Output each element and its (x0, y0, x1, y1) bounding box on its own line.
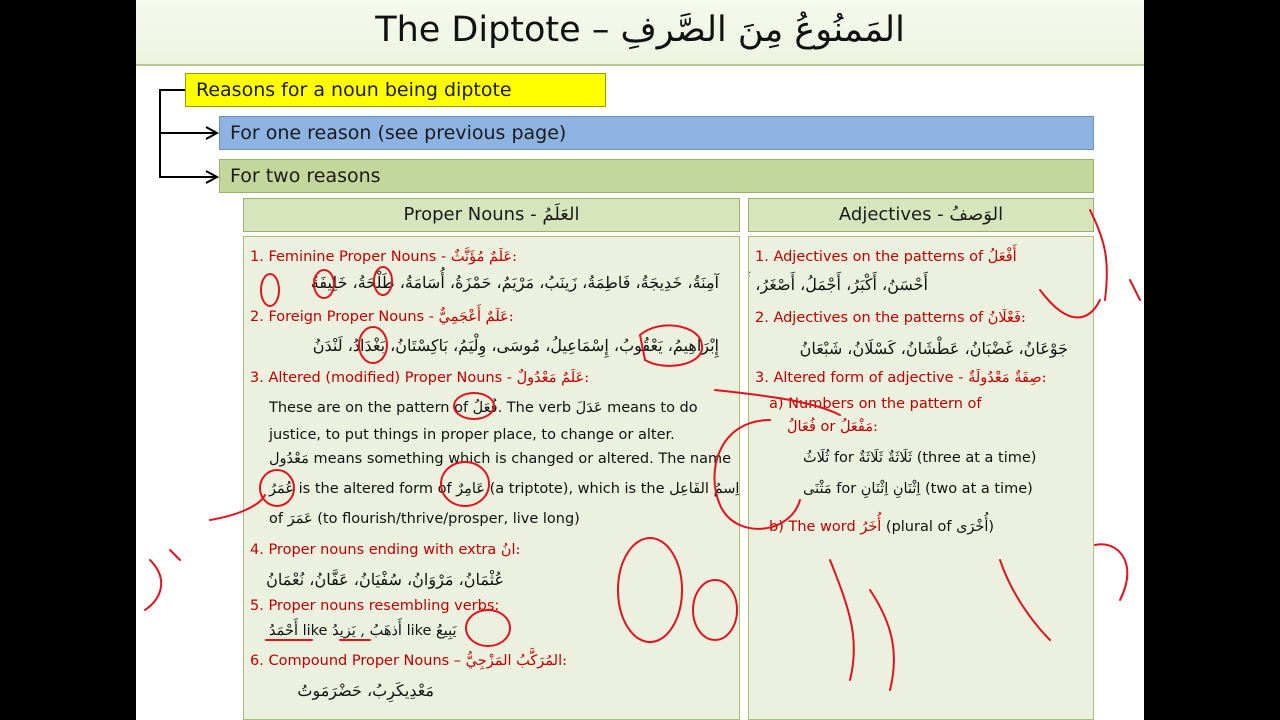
adj-item-falan: 2. Adjectives on the patterns of فَعْلَا… (755, 310, 1026, 326)
title-english: The Diptote – (375, 10, 621, 50)
altered-text-line-5: of عَمَرَ (to flourish/thrive/prosper, l… (269, 511, 580, 527)
altered-text-line-2: justice, to put things in proper place, … (269, 427, 675, 443)
adj-item-altered: 3. Altered form of adjective - صِفَةٌ مَ… (755, 370, 1047, 386)
reasons-box: Reasons for a noun being diptote (185, 73, 606, 107)
compound-examples: مَعْدِيكَرِبُ، حَضْرَمَوتُ (297, 681, 434, 700)
item-feminine: 1. Feminine Proper Nouns - عَلَمٌ مُؤَنَ… (250, 249, 517, 265)
adjectives-panel: 1. Adjectives on the patterns of أَفْعَل… (748, 236, 1094, 720)
proper-nouns-header: Proper Nouns - العَلَمُ (243, 198, 740, 232)
foreign-examples: إِبْرَاهِيمُ، يَعْقُوبُ، إِسْمَاعِيلُ، م… (312, 336, 719, 355)
resembling-verbs-examples: أَحْمَدُ like أَذهَبُ , يَزِيدُ like يَب… (269, 623, 457, 639)
page-title: The Diptote – المَمنُوعُ مِنَ الصَّرفِ (136, 10, 1144, 50)
one-reason-box: For one reason (see previous page) (219, 116, 1094, 150)
sub-a-label: a) Numbers on the pattern of (769, 396, 982, 412)
reasons-label: Reasons for a noun being diptote (196, 79, 512, 101)
sub-a-patterns: فُعَالُ or مَفْعَلُ: (787, 419, 878, 435)
two-reasons-label: For two reasons (230, 165, 381, 187)
number-three: ثُلَاثُ for ثَلَاثَةٌ ثَلَاثَةٌ (three a… (803, 450, 1037, 466)
falan-examples: جَوْعَانُ، غَضْبَانُ، عَطْشَانُ، كَسْلَا… (799, 339, 1068, 358)
item-altered: 3. Altered (modified) Proper Nouns - عَل… (250, 370, 590, 386)
item-foreign: 2. Foreign Proper Nouns - عَلَمٌ أَعْجَم… (250, 309, 514, 325)
item-compound: 6. Compound Proper Nouns – المُرَكَّبُ ا… (250, 653, 568, 669)
sub-b: b) The word أُخَرُ (plural of أُخْرَى) (769, 519, 995, 535)
altered-text-line-1: These are on the pattern of فُعَلُ. The … (269, 400, 698, 416)
title-bar: The Diptote – المَمنُوعُ مِنَ الصَّرفِ (136, 0, 1144, 66)
item-extra-an: 4. Proper nouns ending with extra انُ: (250, 542, 521, 558)
feminine-examples: آمِنَةُ، خَدِيجَةُ، فَاطِمَةُ، زَينَبُ، … (310, 273, 719, 292)
two-reasons-box: For two reasons (219, 159, 1094, 193)
proper-nouns-panel: 1. Feminine Proper Nouns - عَلَمٌ مُؤَنَ… (243, 236, 740, 720)
item-resembling-verbs: 5. Proper nouns resembling verbs: (250, 598, 500, 614)
adjectives-header: Adjectives - الوَصفُ (748, 198, 1094, 232)
slide: The Diptote – المَمنُوعُ مِنَ الصَّرفِ R… (136, 0, 1144, 720)
extra-an-examples: عُثْمَانُ، مَرْوَانُ، سُفْيَانُ، عَفَّان… (266, 570, 504, 589)
altered-text-line-4: عُمَرُ is the altered form of عَامِرٌ (a… (269, 481, 740, 497)
one-reason-label: For one reason (see previous page) (230, 122, 567, 144)
adj-item-afal: 1. Adjectives on the patterns of أَفْعَل… (755, 249, 1017, 265)
number-two: مَثْنَى for اِثْنَانِ اِثْنَانِ (two at … (803, 481, 1033, 497)
altered-text-line-3: مَعْدُول means something which is change… (269, 451, 732, 467)
afal-examples: أَحْسَنُ، أَكْبَرُ، أَجْمَلُ، أَصْغَرُ، … (749, 275, 928, 294)
title-arabic: المَمنُوعُ مِنَ الصَّرفِ (620, 10, 905, 50)
